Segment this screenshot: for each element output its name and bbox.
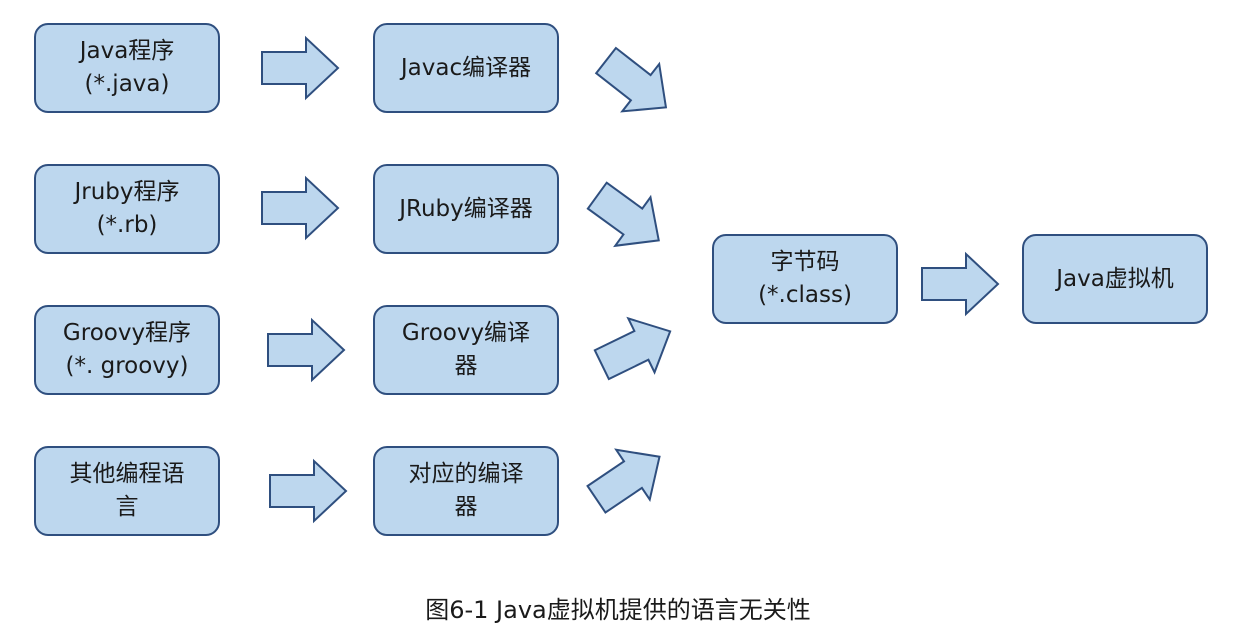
arrow-groovy-to-groovy-compiler xyxy=(267,317,346,383)
other-compiler-label-line2: 器 xyxy=(454,494,478,520)
javac-compiler-label: Javac编译器 xyxy=(400,54,532,81)
arrow-jruby-to-jruby-compiler xyxy=(261,175,340,241)
javac-compiler-box: Javac编译器 xyxy=(373,23,559,113)
other-program-label-line1: 其他编程语 xyxy=(69,461,185,487)
bytecode-box: 字节码 (*.class) xyxy=(712,234,898,324)
java-program-label: Java程序 xyxy=(79,38,175,64)
figure-caption: 图6-1 Java虚拟机提供的语言无关性 xyxy=(425,596,811,624)
jvm-box: Java虚拟机 xyxy=(1022,234,1208,324)
other-compiler-label-line1: 对应的编译 xyxy=(408,461,524,487)
arrow-bytecode-to-jvm xyxy=(921,251,1000,317)
bytecode-label: 字节码 xyxy=(770,249,840,275)
arrow-java-to-javac xyxy=(261,35,340,101)
groovy-compiler-box: Groovy编译 器 xyxy=(373,305,559,395)
jvm-label: Java虚拟机 xyxy=(1056,265,1174,292)
jruby-compiler-label: JRuby编译器 xyxy=(399,195,533,222)
groovy-program-box: Groovy程序 (*. groovy) xyxy=(34,305,220,395)
arrow-other-compiler-to-bytecode xyxy=(586,448,661,514)
other-compiler-box: 对应的编译 器 xyxy=(373,446,559,536)
arrow-other-to-other-compiler xyxy=(269,458,348,524)
groovy-compiler-label-line1: Groovy编译 xyxy=(401,320,531,346)
groovy-compiler-label-line2: 器 xyxy=(454,353,478,379)
jruby-compiler-box: JRuby编译器 xyxy=(373,164,559,254)
arrow-javac-to-bytecode xyxy=(594,46,668,113)
other-program-box: 其他编程语 言 xyxy=(34,446,220,536)
java-program-extension: (*.java) xyxy=(84,71,170,97)
bytecode-extension: (*.class) xyxy=(758,282,852,308)
other-program-label-line2: 言 xyxy=(115,494,139,520)
jruby-program-extension: (*.rb) xyxy=(96,212,158,238)
groovy-program-extension: (*. groovy) xyxy=(65,353,189,379)
java-program-box: Java程序 (*.java) xyxy=(34,23,220,113)
arrow-groovy-compiler-to-bytecode xyxy=(593,316,672,381)
groovy-program-label: Groovy程序 xyxy=(62,320,192,346)
jruby-program-label: Jruby程序 xyxy=(74,179,180,205)
jruby-program-box: Jruby程序 (*.rb) xyxy=(34,164,220,254)
arrow-jruby-compiler-to-bytecode xyxy=(586,181,660,248)
